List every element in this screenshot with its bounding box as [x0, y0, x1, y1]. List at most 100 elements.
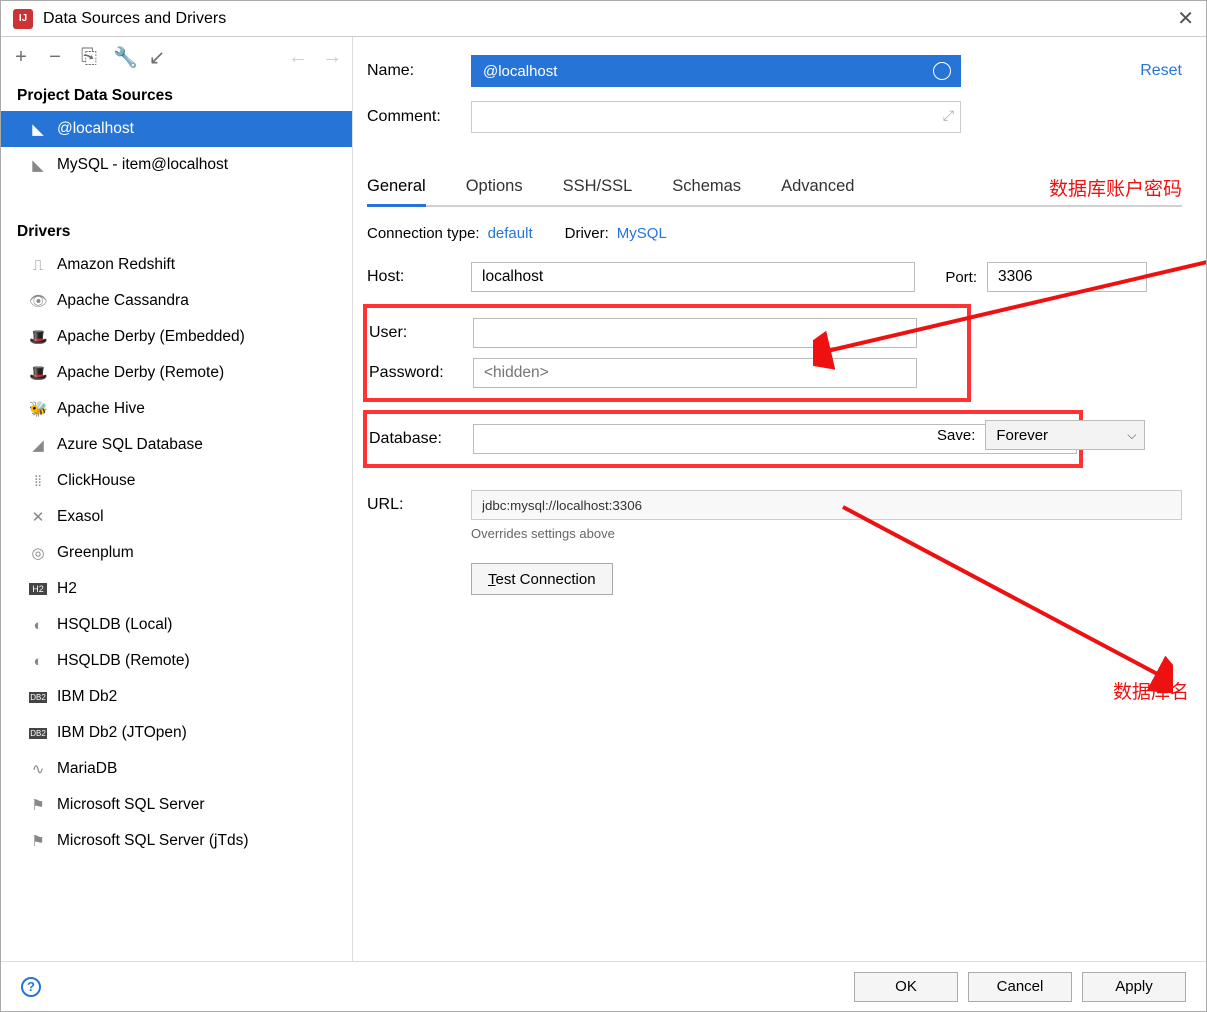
host-input[interactable]: [471, 262, 915, 292]
name-input[interactable]: @localhost: [471, 55, 961, 87]
driver-item[interactable]: 🎩Apache Derby (Embedded): [1, 319, 352, 355]
user-label: User:: [369, 324, 473, 342]
dialog-footer: ? OK Cancel Apply: [1, 961, 1206, 1011]
sidebar-toolbar: + − ⎘ 🔧 ↙ ← →: [1, 37, 352, 77]
driver-icon: 🐝: [29, 400, 47, 418]
dialog-title: Data Sources and Drivers: [43, 10, 1177, 28]
driver-label: Driver:: [565, 225, 609, 242]
driver-icon: ⦙⦙: [29, 473, 47, 490]
driver-item[interactable]: DB2IBM Db2: [1, 679, 352, 715]
add-icon[interactable]: +: [11, 46, 31, 69]
port-input[interactable]: [987, 262, 1147, 292]
driver-value[interactable]: MySQL: [617, 225, 667, 242]
item-label: MySQL - item@localhost: [57, 156, 228, 174]
import-icon[interactable]: ↙: [147, 45, 167, 70]
tab-options[interactable]: Options: [466, 169, 523, 205]
annotation-credentials: 数据库账户密码: [1049, 174, 1182, 201]
tab-advanced[interactable]: Advanced: [781, 169, 854, 205]
item-label: @localhost: [57, 120, 134, 138]
sidebar: + − ⎘ 🔧 ↙ ← → Project Data Sources ◣ @lo…: [1, 37, 353, 961]
comment-input[interactable]: ⤢: [471, 101, 961, 133]
wrench-icon[interactable]: 🔧: [113, 45, 133, 70]
driver-icon: ◐: [29, 617, 47, 634]
driver-item[interactable]: ⦙⦙ClickHouse: [1, 463, 352, 499]
section-drivers: Drivers: [1, 213, 352, 247]
password-label: Password:: [369, 364, 473, 382]
driver-item[interactable]: ⚑Microsoft SQL Server (jTds): [1, 823, 352, 859]
apply-button[interactable]: Apply: [1082, 972, 1186, 1002]
driver-icon: 🎩: [29, 328, 47, 346]
name-label: Name:: [367, 62, 471, 80]
back-icon[interactable]: ←: [288, 46, 308, 69]
comment-label: Comment:: [367, 108, 471, 126]
remove-icon[interactable]: −: [45, 46, 65, 69]
driver-icon: H2: [29, 583, 47, 595]
port-label: Port:: [915, 269, 987, 286]
titlebar: IJ Data Sources and Drivers ✕: [1, 1, 1206, 37]
tab-schemas[interactable]: Schemas: [672, 169, 741, 205]
driver-icon: ✕: [29, 508, 47, 526]
tabs: General Options SSH/SSL Schemas Advanced…: [367, 169, 1182, 207]
driver-item[interactable]: 👁Apache Cassandra: [1, 283, 352, 319]
driver-item[interactable]: ◎Greenplum: [1, 535, 352, 571]
password-input[interactable]: [473, 358, 917, 388]
driver-icon: 🎩: [29, 364, 47, 382]
test-connection-button[interactable]: Test Connection: [471, 563, 613, 595]
driver-item[interactable]: ◐HSQLDB (Remote): [1, 643, 352, 679]
connection-type-value[interactable]: default: [488, 225, 533, 242]
tab-ssh-ssl[interactable]: SSH/SSL: [563, 169, 633, 205]
connection-type-label: Connection type:: [367, 225, 480, 242]
driver-icon: ⎍: [29, 257, 47, 274]
driver-icon: DB2: [29, 692, 47, 703]
content-area: + − ⎘ 🔧 ↙ ← → Project Data Sources ◣ @lo…: [1, 37, 1206, 961]
close-icon[interactable]: ✕: [1177, 6, 1194, 31]
driver-icon: ◐: [29, 653, 47, 670]
driver-item[interactable]: 🎩Apache Derby (Remote): [1, 355, 352, 391]
main-panel: Name: @localhost Reset Comment: ⤢ Genera…: [353, 37, 1206, 961]
datasource-item-mysql-item[interactable]: ◣ MySQL - item@localhost: [1, 147, 352, 183]
color-icon[interactable]: [933, 62, 951, 80]
dialog-window: IJ Data Sources and Drivers ✕ + − ⎘ 🔧 ↙ …: [0, 0, 1207, 1012]
driver-item[interactable]: ◢Azure SQL Database: [1, 427, 352, 463]
database-label: Database:: [369, 430, 473, 448]
driver-item[interactable]: ◐HSQLDB (Local): [1, 607, 352, 643]
driver-icon: 👁: [29, 292, 47, 310]
tab-general[interactable]: General: [367, 169, 426, 207]
app-icon: IJ: [13, 9, 33, 29]
database-icon: ◣: [29, 156, 47, 174]
driver-item[interactable]: ✕Exasol: [1, 499, 352, 535]
annotation-dbname: 数据库名: [1113, 677, 1189, 704]
credentials-highlight: User: Password:: [363, 304, 971, 402]
expand-icon[interactable]: ⤢: [943, 107, 954, 124]
connection-type-row: Connection type: default Driver: MySQL: [367, 225, 1182, 242]
driver-item[interactable]: H2H2: [1, 571, 352, 607]
help-icon[interactable]: ?: [21, 977, 41, 997]
driver-icon: ∿: [29, 760, 47, 778]
driver-icon: ◢: [29, 436, 47, 454]
copy-icon[interactable]: ⎘: [79, 46, 99, 69]
datasource-item-localhost[interactable]: ◣ @localhost: [1, 111, 352, 147]
forward-icon[interactable]: →: [322, 46, 342, 69]
driver-item[interactable]: ⎍Amazon Redshift: [1, 247, 352, 283]
user-input[interactable]: [473, 318, 917, 348]
driver-item[interactable]: DB2IBM Db2 (JTOpen): [1, 715, 352, 751]
section-project-datasources: Project Data Sources: [1, 77, 352, 111]
reset-link[interactable]: Reset: [1140, 62, 1182, 80]
cancel-button[interactable]: Cancel: [968, 972, 1072, 1002]
driver-item[interactable]: ∿MariaDB: [1, 751, 352, 787]
driver-item[interactable]: ⚑Microsoft SQL Server: [1, 787, 352, 823]
url-input[interactable]: [471, 490, 1182, 520]
ok-button[interactable]: OK: [854, 972, 958, 1002]
driver-icon: ◎: [29, 544, 47, 562]
url-label: URL:: [367, 496, 471, 514]
datasources-tree: ◣ @localhost ◣ MySQL - item@localhost Dr…: [1, 111, 352, 961]
driver-icon: DB2: [29, 728, 47, 739]
save-select[interactable]: Forever: [985, 420, 1145, 450]
save-label: Save:: [937, 427, 975, 444]
database-icon: ◣: [29, 120, 47, 138]
driver-icon: ⚑: [29, 832, 47, 850]
driver-item[interactable]: 🐝Apache Hive: [1, 391, 352, 427]
url-hint: Overrides settings above: [471, 526, 1182, 541]
host-label: Host:: [367, 268, 471, 286]
driver-icon: ⚑: [29, 796, 47, 814]
